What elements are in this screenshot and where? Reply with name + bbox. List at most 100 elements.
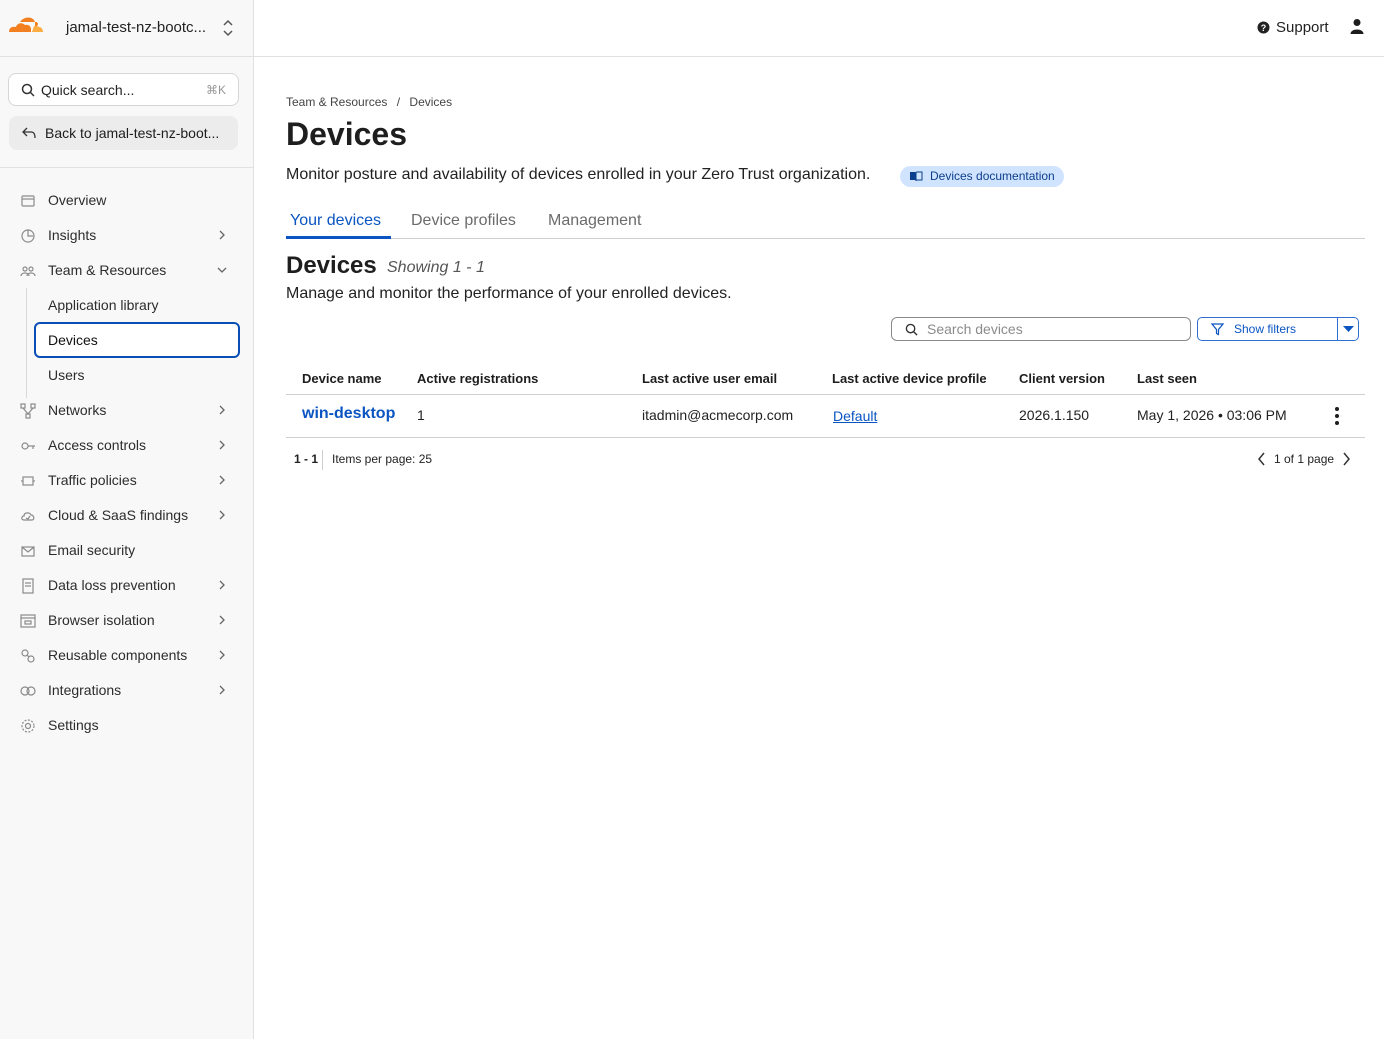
networks-icon: [20, 403, 36, 419]
team-icon: [20, 266, 36, 277]
sidebar-item-label: Integrations: [48, 682, 122, 698]
search-icon: [21, 83, 35, 97]
sidebar-item-team-resources[interactable]: Team & Resources: [0, 253, 254, 288]
quick-search[interactable]: Quick search... ⌘K: [8, 73, 239, 106]
pagination: 1 - 1 Items per page: 25 1 of 1 page: [286, 448, 1365, 472]
chevron-right-icon: [219, 405, 225, 415]
device-profile-link[interactable]: Default: [833, 408, 877, 424]
settings-icon: [21, 719, 35, 733]
sidebar-subitem-label: Application library: [48, 297, 159, 313]
browser-icon: [20, 614, 36, 628]
email-icon: [21, 546, 35, 557]
table-header: Device name Active registrations Last ac…: [286, 366, 1365, 395]
tab-bar: Your devices Device profiles Management: [286, 206, 1365, 239]
breadcrumb: Team & Resources / Devices: [286, 95, 458, 109]
device-name-link[interactable]: win-desktop: [302, 405, 395, 423]
col-last-active-device-profile[interactable]: Last active device profile: [832, 371, 987, 386]
breadcrumb-parent-link[interactable]: Team & Resources: [286, 95, 387, 109]
sidebar-item-browser-isolation[interactable]: Browser isolation: [0, 603, 254, 638]
section-count: Showing 1 - 1: [387, 259, 485, 276]
back-to-account-button[interactable]: Back to jamal-test-nz-boot...: [9, 116, 238, 150]
svg-text:?: ?: [1261, 23, 1267, 33]
sidebar-divider: [0, 167, 254, 168]
traffic-icon: [21, 476, 35, 486]
section-description: Manage and monitor the performance of yo…: [286, 285, 732, 302]
col-last-active-user-email[interactable]: Last active user email: [642, 371, 777, 386]
table-row: win-desktop 1 itadmin@acmecorp.com Defau…: [286, 395, 1365, 438]
sidebar-item-data-loss-prevention[interactable]: Data loss prevention: [0, 568, 254, 603]
top-bar: ? Support: [254, 0, 1384, 57]
pagination-page-of: 1 of 1 page: [1274, 452, 1335, 466]
chevron-right-icon[interactable]: [1340, 452, 1352, 466]
col-device-name[interactable]: Device name: [302, 371, 382, 386]
sidebar-item-label: Traffic policies: [48, 472, 137, 488]
sidebar-item-reusable-components[interactable]: Reusable components: [0, 638, 254, 673]
show-filters-button[interactable]: Show filters: [1197, 317, 1338, 341]
chevron-right-icon: [219, 475, 225, 485]
row-actions-icon[interactable]: [1332, 406, 1342, 426]
tab-your-devices[interactable]: Your devices: [290, 212, 381, 230]
cloud-icon: [21, 512, 35, 521]
quick-search-label: Quick search...: [41, 82, 135, 98]
quick-search-shortcut: ⌘K: [205, 83, 226, 97]
col-active-registrations[interactable]: Active registrations: [417, 371, 538, 386]
active-registrations-cell: 1: [417, 407, 425, 423]
pagination-divider: [322, 450, 323, 470]
chevron-right-icon: [219, 650, 225, 660]
chevron-right-icon: [219, 615, 225, 625]
pagination-range: 1 - 1: [294, 452, 319, 466]
subnav-line: [26, 288, 27, 398]
documentation-link-label: Devices documentation: [930, 169, 1055, 183]
back-label: Back to jamal-test-nz-boot...: [45, 125, 220, 141]
sidebar-item-networks[interactable]: Networks: [0, 393, 254, 428]
chevron-down-icon: [217, 267, 227, 273]
page-title: Devices: [286, 116, 407, 152]
last-seen-cell: May 1, 2026 • 03:06 PM: [1137, 407, 1287, 423]
sidebar-item-label: Overview: [48, 192, 107, 208]
sidebar-subitem-devices[interactable]: Devices: [34, 322, 240, 358]
items-per-page-select[interactable]: Items per page: 25: [332, 452, 432, 466]
caret-down-icon: [1343, 326, 1354, 332]
tab-management[interactable]: Management: [548, 212, 641, 230]
sidebar-item-label: Data loss prevention: [48, 577, 176, 593]
filters-dropdown-button[interactable]: [1337, 317, 1359, 341]
access-icon: [21, 442, 35, 450]
sidebar-item-label: Insights: [48, 227, 97, 243]
components-icon: [21, 649, 35, 663]
sidebar-subitem-application-library[interactable]: Application library: [34, 287, 240, 323]
account-switcher[interactable]: jamal-test-nz-bootc...: [0, 0, 254, 57]
sidebar-item-label: Browser isolation: [48, 612, 155, 628]
sidebar-subitem-users[interactable]: Users: [34, 357, 240, 393]
chevron-right-icon: [219, 580, 225, 590]
overview-icon: [21, 195, 35, 207]
sidebar-item-cloud-saas-findings[interactable]: Cloud & SaaS findings: [0, 498, 254, 533]
tab-device-profiles[interactable]: Device profiles: [411, 212, 516, 230]
sidebar-item-label: Cloud & SaaS findings: [48, 507, 189, 523]
col-last-seen[interactable]: Last seen: [1137, 371, 1197, 386]
book-icon: [910, 171, 923, 182]
device-search-input[interactable]: Search devices: [891, 317, 1191, 341]
chevron-right-icon: [219, 510, 225, 520]
sidebar-item-overview[interactable]: Overview: [0, 183, 254, 218]
sidebar-item-email-security[interactable]: Email security: [0, 533, 254, 568]
chevron-right-icon: [219, 230, 225, 240]
section-title: Devices: [286, 252, 377, 279]
support-label: Support: [1276, 19, 1329, 36]
show-filters-label: Show filters: [1234, 322, 1297, 336]
sidebar-item-settings[interactable]: Settings: [0, 708, 254, 743]
sidebar-item-label: Networks: [48, 402, 107, 418]
sidebar: jamal-test-nz-bootc... Quick search... ⌘…: [0, 0, 254, 1039]
sidebar-item-integrations[interactable]: Integrations: [0, 673, 254, 708]
documentation-link[interactable]: Devices documentation: [900, 166, 1064, 187]
user-icon[interactable]: [1350, 18, 1364, 34]
sidebar-item-insights[interactable]: Insights: [0, 218, 254, 253]
insights-icon: [21, 229, 35, 243]
col-client-version[interactable]: Client version: [1019, 371, 1105, 386]
search-icon: [905, 323, 918, 336]
integrations-icon: [20, 686, 36, 696]
device-search-placeholder: Search devices: [927, 321, 1023, 337]
sidebar-item-traffic-policies[interactable]: Traffic policies: [0, 463, 254, 498]
cloudflare-logo-icon: [9, 17, 43, 32]
sidebar-item-access-controls[interactable]: Access controls: [0, 428, 254, 463]
chevron-left-icon[interactable]: [1256, 452, 1268, 466]
